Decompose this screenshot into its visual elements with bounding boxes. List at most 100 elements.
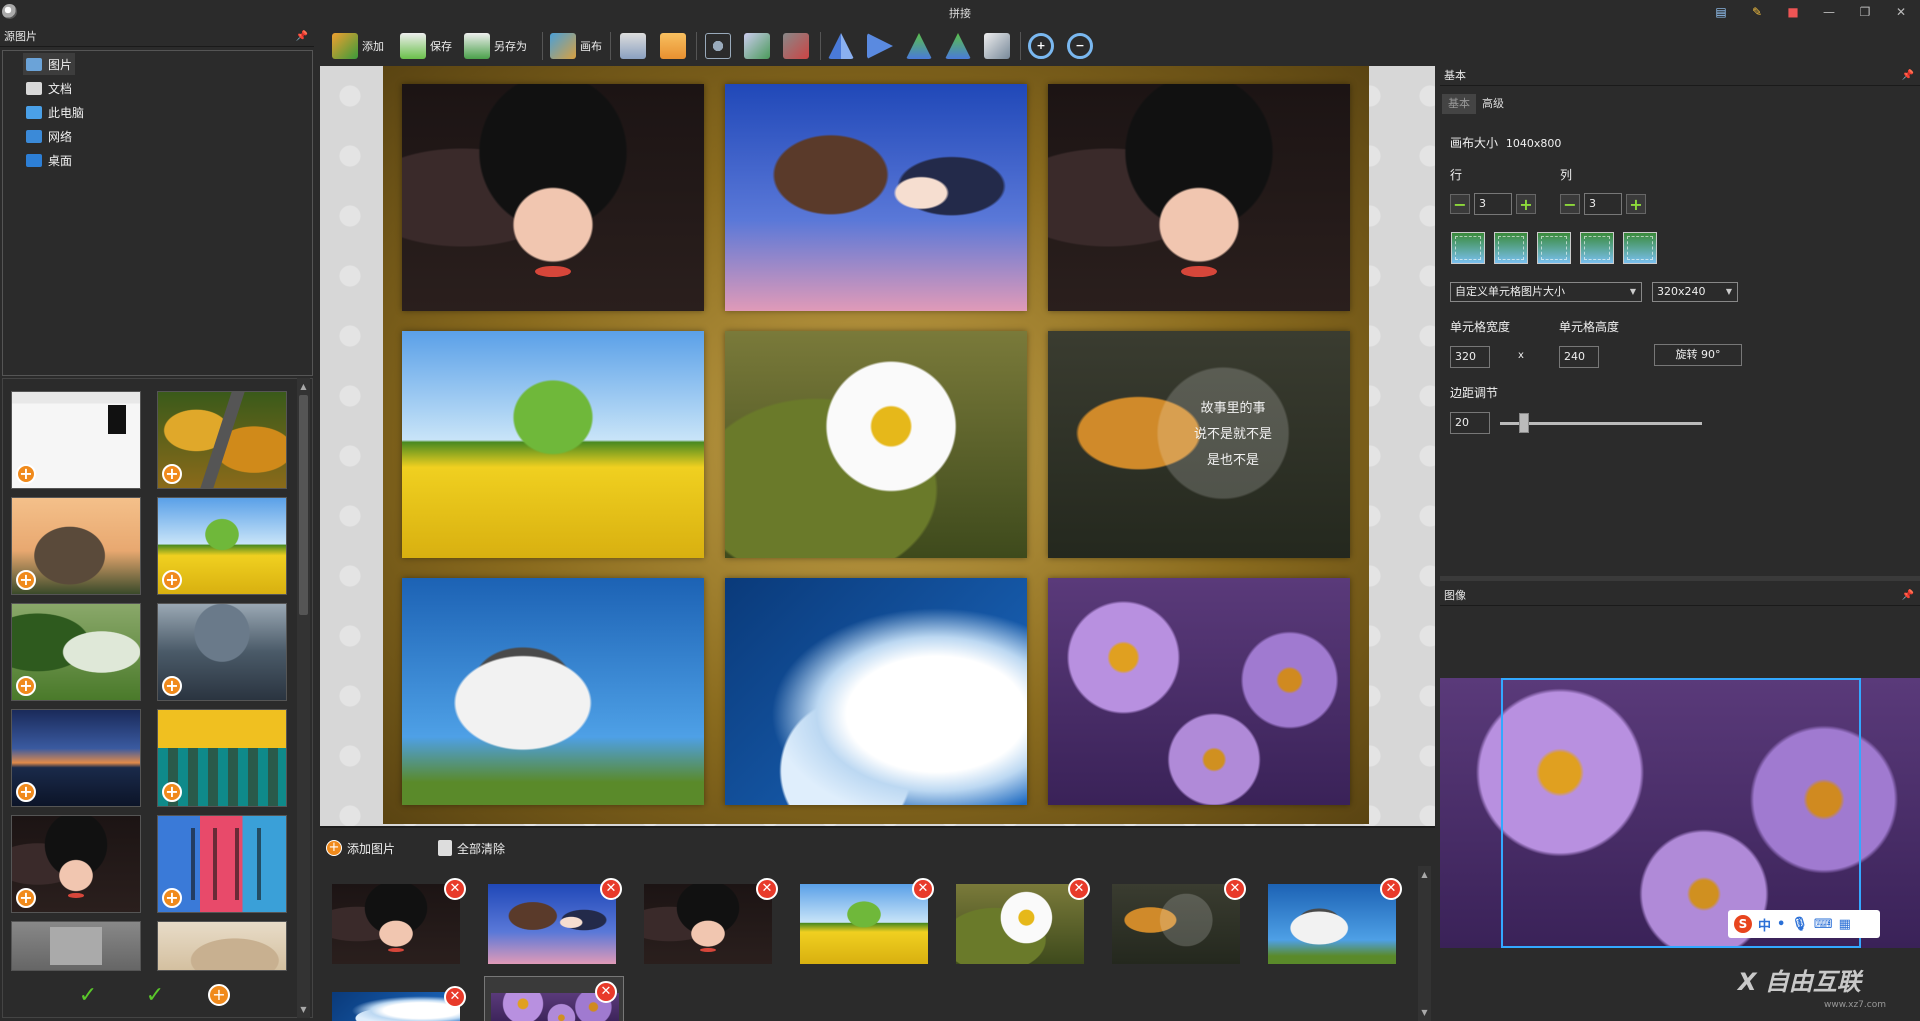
paste-button[interactable]	[783, 31, 809, 61]
cols-input[interactable]: 3	[1584, 193, 1622, 215]
cut-button[interactable]	[705, 31, 731, 61]
tree-item-pictures[interactable]: 图片	[23, 53, 76, 75]
layout-preset-5-button[interactable]	[1623, 232, 1657, 264]
zoom-out-button[interactable]: −	[1067, 31, 1093, 61]
tab-advanced[interactable]: 高级	[1476, 94, 1510, 114]
add-selected-button[interactable]: +	[208, 984, 232, 1008]
flip-horizontal-button[interactable]	[828, 31, 854, 61]
delete-icon[interactable]: ✕	[912, 878, 934, 900]
add-icon[interactable]: +	[16, 464, 36, 484]
source-thumbnail[interactable]: +	[157, 391, 287, 489]
layout-preset-3-button[interactable]	[1537, 232, 1571, 264]
crop-selection[interactable]	[1501, 678, 1861, 948]
strip-thumbnail[interactable]: ✕	[332, 986, 466, 1021]
collage-cell[interactable]: 故事里的事 说不是就不是 是也不是	[1048, 331, 1350, 558]
layout-preset-4-button[interactable]	[1580, 232, 1614, 264]
copy-button[interactable]	[744, 31, 770, 61]
deselect-button[interactable]: ✓	[143, 984, 167, 1008]
source-thumbnail[interactable]: +	[157, 603, 287, 701]
source-thumbnail[interactable]: +	[157, 709, 287, 807]
layout-icon[interactable]: ▤	[1712, 3, 1730, 21]
layout-preset-1-button[interactable]	[1451, 232, 1485, 264]
collage-canvas[interactable]: 故事里的事 说不是就不是 是也不是	[383, 66, 1369, 824]
strip-thumbnail[interactable]: ✕	[1112, 878, 1246, 964]
strip-thumbnail-selected[interactable]: ✕	[484, 976, 624, 1021]
flip-vertical-button[interactable]	[867, 31, 893, 61]
strip-thumbnail[interactable]: ✕	[488, 878, 622, 964]
delete-icon[interactable]: ✕	[595, 981, 617, 1003]
collage-cell[interactable]	[1048, 578, 1350, 805]
add-icon[interactable]: +	[162, 464, 182, 484]
source-thumbnail[interactable]: +	[157, 497, 287, 595]
strip-thumbnail[interactable]: ✕	[332, 878, 466, 964]
rows-decrement-button[interactable]: −	[1450, 194, 1470, 214]
strip-scrollbar[interactable]: ▲ ▼	[1418, 866, 1431, 1021]
rotate-right-button[interactable]	[945, 31, 971, 61]
source-thumbnail[interactable]: +	[11, 391, 141, 489]
scroll-down-icon[interactable]: ▼	[1418, 1006, 1431, 1019]
add-icon[interactable]: +	[16, 676, 36, 696]
scrollbar-thumb[interactable]	[299, 395, 308, 615]
tree-item-documents[interactable]: 文档	[23, 77, 75, 99]
source-thumbnail[interactable]: +	[11, 709, 141, 807]
source-thumbnail[interactable]	[11, 921, 141, 971]
add-icon[interactable]: +	[162, 888, 182, 908]
add-icon[interactable]: +	[162, 570, 182, 590]
scroll-down-icon[interactable]: ▼	[297, 1003, 310, 1016]
cols-decrement-button[interactable]: −	[1560, 194, 1580, 214]
collage-cell[interactable]	[725, 84, 1027, 311]
clear-all-button[interactable]: 全部清除	[438, 838, 505, 858]
layout-preset-2-button[interactable]	[1494, 232, 1528, 264]
save-as-button[interactable]: 另存为	[464, 31, 527, 61]
palette-icon[interactable]: ■	[1784, 3, 1802, 21]
rows-increment-button[interactable]: +	[1516, 194, 1536, 214]
source-thumbnail[interactable]: +	[157, 815, 287, 913]
minimize-button[interactable]: —	[1820, 3, 1838, 21]
delete-icon[interactable]: ✕	[444, 878, 466, 900]
scroll-up-icon[interactable]: ▲	[297, 380, 310, 393]
margin-slider-handle[interactable]	[1519, 413, 1529, 433]
cell-height-input[interactable]: 240	[1559, 346, 1599, 368]
add-icon[interactable]: +	[16, 888, 36, 908]
source-thumbnail[interactable]: +	[11, 603, 141, 701]
strip-thumbnail[interactable]: ✕	[1268, 878, 1402, 964]
add-icon[interactable]: +	[162, 676, 182, 696]
add-icon[interactable]: +	[16, 782, 36, 802]
add-icon[interactable]: +	[16, 570, 36, 590]
add-image-button[interactable]: + 添加图片	[326, 838, 395, 858]
save-button[interactable]: 保存	[400, 31, 452, 61]
add-button[interactable]: 添加	[332, 31, 384, 61]
canvas-area[interactable]: 故事里的事 说不是就不是 是也不是	[320, 66, 1435, 826]
delete-icon[interactable]: ✕	[600, 878, 622, 900]
close-button[interactable]: ✕	[1892, 3, 1910, 21]
delete-icon[interactable]: ✕	[1068, 878, 1090, 900]
collage-cell[interactable]	[725, 331, 1027, 558]
select-all-button[interactable]: ✓	[76, 984, 100, 1008]
print-button[interactable]	[620, 31, 646, 61]
strip-thumbnail[interactable]: ✕	[956, 878, 1090, 964]
collage-cell[interactable]	[402, 84, 704, 311]
canvas-button[interactable]: 画布	[550, 31, 602, 61]
scroll-up-icon[interactable]: ▲	[1418, 868, 1431, 881]
grid-icon[interactable]: ▦	[1839, 917, 1851, 932]
punctuation-icon[interactable]: •	[1777, 917, 1785, 932]
strip-thumbnail[interactable]: ✕	[644, 878, 778, 964]
collage-cell[interactable]	[402, 578, 704, 805]
tree-item-network[interactable]: 网络	[23, 125, 75, 147]
cols-increment-button[interactable]: +	[1626, 194, 1646, 214]
source-thumbnail[interactable]: +	[11, 497, 141, 595]
pin-icon[interactable]: 📌	[296, 27, 308, 47]
source-thumbnail[interactable]: +	[11, 815, 141, 913]
restore-button[interactable]: ❐	[1856, 3, 1874, 21]
pin-icon[interactable]: 📌	[1902, 586, 1914, 606]
zoom-in-button[interactable]: +	[1028, 31, 1054, 61]
keyboard-icon[interactable]: ⌨	[1814, 917, 1833, 932]
tree-item-computer[interactable]: 此电脑	[23, 101, 87, 123]
microphone-icon[interactable]: 🎙	[1791, 917, 1808, 932]
tree-item-desktop[interactable]: 桌面	[23, 149, 75, 171]
collage-cell[interactable]	[1048, 84, 1350, 311]
collage-cell[interactable]	[402, 331, 704, 558]
rotate-left-button[interactable]	[906, 31, 932, 61]
tab-basic[interactable]: 基本	[1442, 94, 1476, 114]
margin-slider[interactable]	[1500, 422, 1702, 425]
